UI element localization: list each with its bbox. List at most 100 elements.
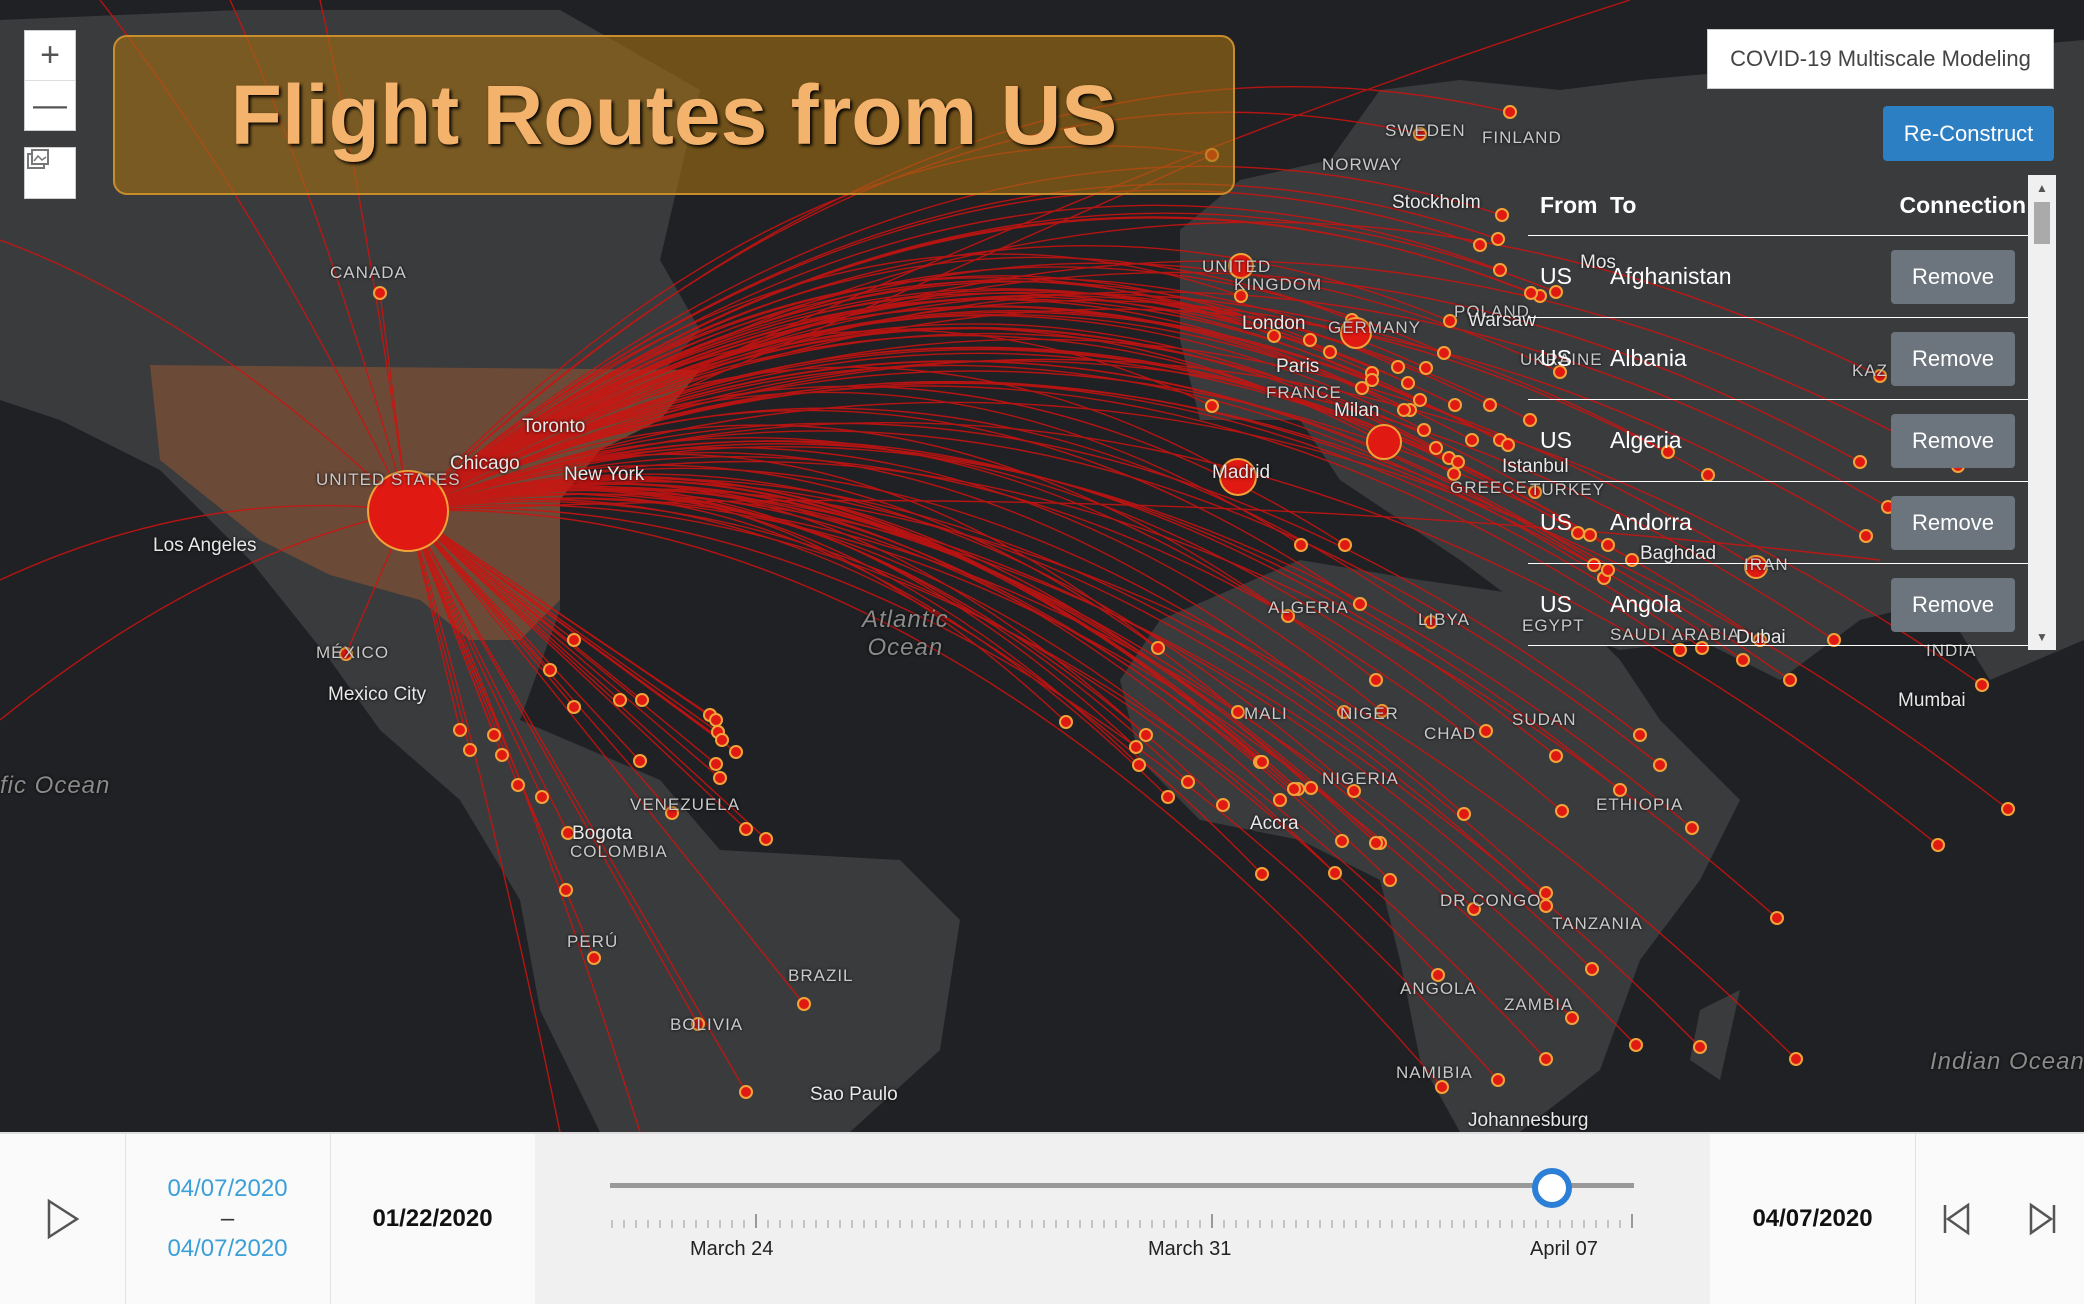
- airport-marker: [1429, 441, 1443, 455]
- airport-marker: [1255, 867, 1269, 881]
- airport-marker: [1287, 782, 1301, 796]
- airport-marker: [1273, 793, 1287, 807]
- label-united-states: UNITED STATES: [316, 470, 461, 489]
- row-to: Algeria: [1610, 427, 1682, 453]
- zoom-in-button[interactable]: +: [25, 31, 75, 81]
- airport-marker: [1555, 804, 1569, 818]
- label-peru: PERÚ: [567, 932, 619, 951]
- airport-marker: [1335, 834, 1349, 848]
- airport-marker: [633, 754, 647, 768]
- label-united-kingdom: UNITED: [1202, 257, 1272, 276]
- airport-marker: [1216, 798, 1230, 812]
- airport-marker: [1397, 403, 1411, 417]
- airport-marker: [1539, 1052, 1553, 1066]
- airport-marker: [567, 700, 581, 714]
- end-date: 04/07/2020: [1710, 1134, 1916, 1304]
- airport-marker: [487, 728, 501, 742]
- label-mexico: MÉXICO: [316, 643, 390, 662]
- airport-marker: [1303, 333, 1317, 347]
- scroll-up-icon[interactable]: ▲: [2036, 181, 2048, 195]
- table-row: US Afghanistan Remove: [1528, 236, 2056, 318]
- label-algeria: ALGERIA: [1268, 598, 1349, 617]
- scroll-thumb[interactable]: [2034, 202, 2050, 244]
- airport-marker: [1479, 724, 1493, 738]
- airport-marker: [1151, 641, 1165, 655]
- airport-marker: [1975, 678, 1989, 692]
- label-angola: ANGOLA: [1400, 979, 1477, 998]
- header-from: From: [1540, 191, 1598, 218]
- airport-marker: [613, 693, 627, 707]
- label-niger: NIGER: [1340, 704, 1399, 723]
- label-france: FRANCE: [1266, 383, 1342, 402]
- airport-marker: [1161, 790, 1175, 804]
- airport-marker: [797, 997, 811, 1011]
- basemap-toggle-button[interactable]: [24, 147, 76, 199]
- city-madrid: Madrid: [1212, 462, 1271, 483]
- previous-icon: [1943, 1202, 1970, 1236]
- slider-thumb[interactable]: [1532, 1168, 1573, 1208]
- zoom-out-button[interactable]: —: [25, 81, 75, 130]
- label-norway: NORWAY: [1322, 155, 1403, 174]
- previous-button[interactable]: [1915, 1134, 1999, 1304]
- city-stockholm: Stockholm: [1392, 192, 1481, 213]
- remove-button[interactable]: Remove: [1891, 332, 2015, 386]
- airport-marker: [1417, 423, 1431, 437]
- airport-marker: [1413, 393, 1427, 407]
- city-toronto: Toronto: [522, 416, 586, 437]
- table-scrollbar[interactable]: ▲ ▼: [2028, 175, 2056, 650]
- airport-marker: [715, 733, 729, 747]
- slider-ticks: [611, 1214, 1633, 1228]
- slider-track[interactable]: [610, 1183, 1634, 1188]
- airport-marker: [1633, 728, 1647, 742]
- airport-marker: [1491, 232, 1505, 246]
- remove-button[interactable]: Remove: [1891, 496, 2015, 550]
- end-date-label: 04/07/2020: [1752, 1205, 1873, 1232]
- time-slider-bar: 04/07/2020 – 04/07/2020 01/22/2020 March…: [0, 1132, 2084, 1304]
- airport-marker: [1685, 821, 1699, 835]
- airport-marker: [1736, 653, 1750, 667]
- connections-table: From To Connection US Afghanistan Remove US…: [1528, 175, 2056, 650]
- airport-marker: [1304, 781, 1318, 795]
- ocean-indian: Indian Ocean: [1930, 1048, 2084, 1075]
- airport-marker: [1369, 836, 1383, 850]
- label-tanzania: TANZANIA: [1552, 914, 1643, 933]
- remove-button[interactable]: Remove: [1891, 250, 2015, 304]
- label-sweden: SWEDEN: [1385, 121, 1466, 140]
- airport-marker: [463, 743, 477, 757]
- start-date-label: 01/22/2020: [372, 1205, 493, 1232]
- row-to: Afghanistan: [1610, 263, 1732, 289]
- play-button[interactable]: [0, 1134, 126, 1304]
- next-icon: [2029, 1202, 2055, 1236]
- map-title: Flight Routes from US: [230, 67, 1118, 162]
- airport-marker: [511, 778, 525, 792]
- remove-button[interactable]: Remove: [1891, 414, 2015, 468]
- airport-marker: [1255, 755, 1269, 769]
- airport-marker: [709, 757, 723, 771]
- airport-marker: [1129, 740, 1143, 754]
- table-header: From To Connection: [1528, 175, 2056, 236]
- airport-marker: [1419, 361, 1433, 375]
- range-start: 04/07/2020: [167, 1175, 288, 1202]
- madagascar-land: [1690, 990, 1740, 1080]
- city-sao-paulo: Sao Paulo: [810, 1084, 898, 1105]
- airport-marker: [1783, 673, 1797, 687]
- map-view[interactable]: CANADA UNITED STATES MÉXICO VENEZUELA CO…: [0, 0, 2084, 1132]
- airport-marker: [1693, 1040, 1707, 1054]
- airport-marker: [1457, 807, 1471, 821]
- label-namibia: NAMIBIA: [1396, 1063, 1473, 1082]
- time-slider[interactable]: March 24 March 31 April 07: [535, 1134, 1710, 1304]
- airport-marker: [1629, 1038, 1643, 1052]
- reconstruct-button[interactable]: Re-Construct: [1883, 106, 2054, 161]
- remove-button[interactable]: Remove: [1891, 578, 2015, 632]
- label-ethiopia: ETHIOPIA: [1596, 795, 1684, 814]
- table-row: US Algeria Remove: [1528, 400, 2056, 482]
- next-button[interactable]: [1999, 1134, 2084, 1304]
- airport-marker: [1328, 866, 1342, 880]
- airport-marker: [1369, 673, 1383, 687]
- airport-marker: [1549, 749, 1563, 763]
- label-germany: GERMANY: [1328, 318, 1421, 337]
- scroll-down-icon[interactable]: ▼: [2036, 630, 2048, 644]
- airport-marker: [373, 286, 387, 300]
- table-row: US Andorra Remove: [1528, 482, 2056, 564]
- airport-marker: [1139, 728, 1153, 742]
